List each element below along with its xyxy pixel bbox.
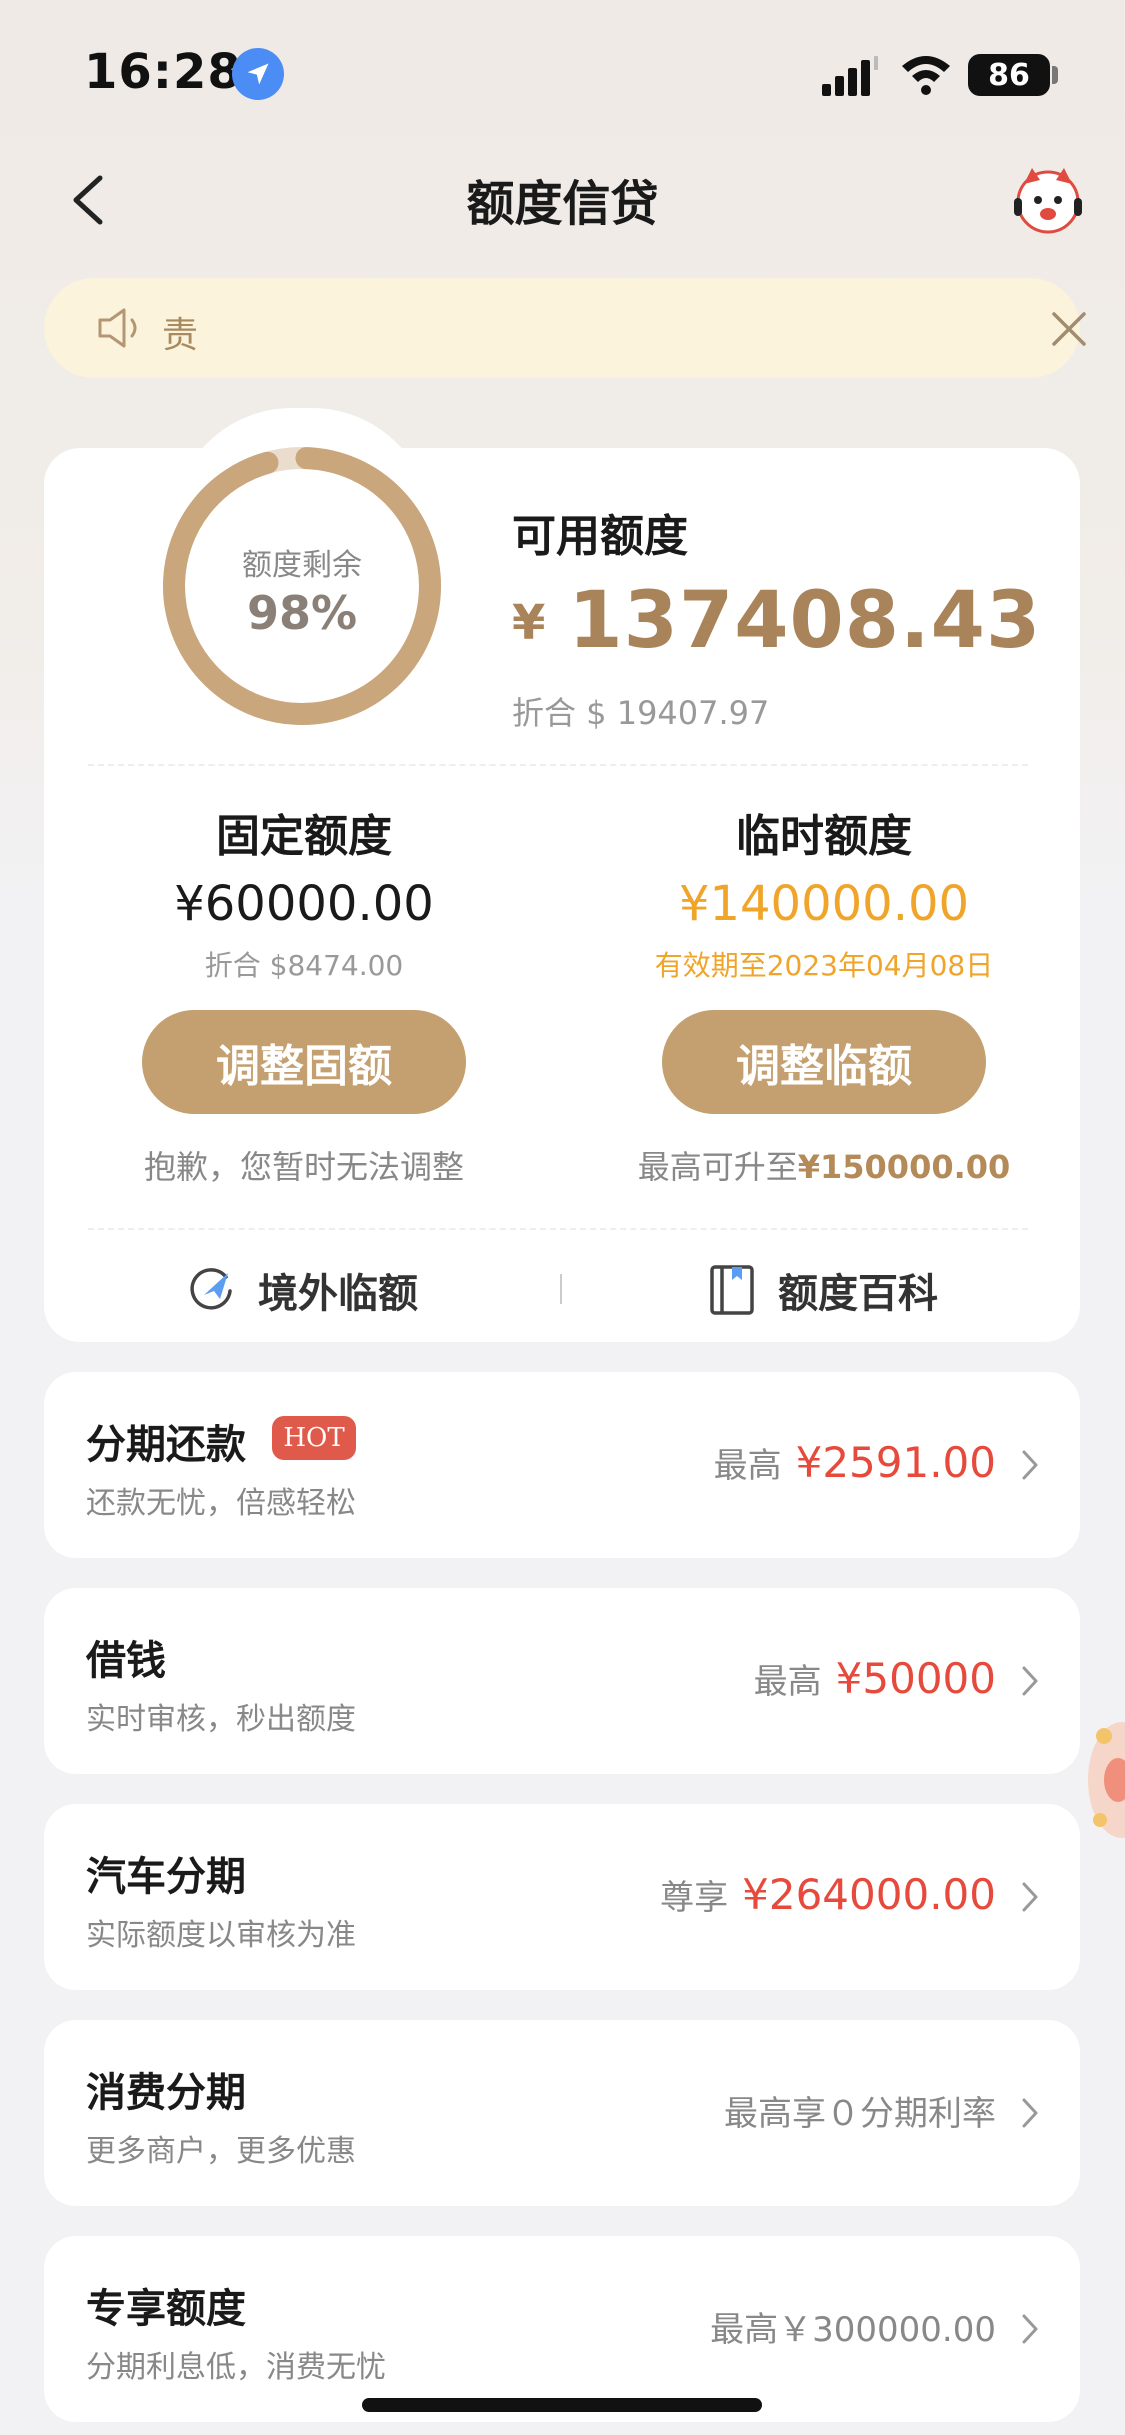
nav-bar: 额度信贷 — [0, 150, 1125, 250]
status-bar: 16:28 86 — [0, 0, 1125, 140]
service-row-installment-repay[interactable]: 分期还款 HOT 还款无忧，倍感轻松 最高 ¥2591.00 — [44, 1372, 1080, 1558]
service-subtitle: 实际额度以审核为准 — [86, 1918, 356, 1953]
chevron-right-icon — [1022, 1666, 1038, 1696]
temp-note-amount: ¥150000.00 — [797, 1148, 1011, 1186]
credit-wiki-link[interactable]: 额度百科 — [708, 1250, 938, 1330]
available-credit-usd: 折合 $ 19407.97 — [512, 694, 770, 732]
available-amount-value: 137408.43 — [568, 576, 1042, 666]
notice-text: 责 — [162, 315, 199, 356]
limit-label: 最高 — [713, 1446, 782, 1486]
temp-credit-amount: ¥140000.00 — [678, 876, 970, 932]
status-time: 16:28 — [84, 44, 242, 100]
credit-links-row: 境外临额 额度百科 — [44, 1250, 1080, 1330]
service-title: 消费分期 — [86, 2070, 246, 2116]
chevron-right-icon — [1022, 2314, 1038, 2344]
service-row-consumer-installment[interactable]: 消费分期 更多商户，更多优惠 最高享０分期利率 — [44, 2020, 1080, 2206]
limit-label: 最高 — [753, 1662, 822, 1702]
service-limit: 最高￥300000.00 — [710, 2302, 996, 2351]
overseas-plane-icon — [190, 1268, 232, 1310]
cellular-signal-icon — [822, 56, 878, 96]
battery-indicator: 86 — [968, 54, 1050, 96]
service-row-exclusive-credit[interactable]: 专享额度 分期利息低，消费无忧 最高￥300000.00 — [44, 2236, 1080, 2422]
chevron-right-icon — [1022, 2098, 1038, 2128]
mascot-service-icon[interactable] — [1010, 162, 1086, 238]
service-limit: 最高享０分期利率 — [724, 2086, 996, 2135]
fixed-credit-title: 固定额度 — [216, 811, 392, 862]
limit-value: ¥264000.00 — [742, 1870, 996, 1919]
service-subtitle: 分期利息低，消费无忧 — [86, 2350, 386, 2385]
temp-credit-section: 临时额度 ¥140000.00 有效期至2023年04月08日 调整临额 最高可… — [564, 800, 1084, 1188]
close-icon[interactable] — [1048, 308, 1090, 350]
speaker-icon — [98, 308, 137, 348]
service-subtitle: 还款无忧，倍感轻松 — [86, 1486, 356, 1521]
battery-cap — [1052, 66, 1058, 84]
chevron-right-icon — [1022, 1450, 1038, 1480]
limit-label: 尊享 — [660, 1878, 729, 1918]
notice-banner[interactable]: 责 — [44, 278, 1086, 378]
service-limit: 最高 ¥50000 — [754, 1654, 996, 1703]
chevron-right-icon — [1022, 1882, 1038, 1912]
limit-value: ¥2591.00 — [795, 1438, 996, 1487]
page-title: 额度信贷 — [466, 176, 659, 232]
overseas-link-label: 境外临额 — [258, 1271, 418, 1317]
available-credit-label: 可用额度 — [512, 511, 688, 562]
ring-percent: 98% — [246, 586, 358, 640]
fixed-credit-section: 固定额度 ¥60000.00 折合 $8474.00 调整固额 抱歉，您暂时无法… — [44, 800, 564, 1188]
temp-credit-title: 临时额度 — [736, 811, 912, 862]
overseas-temp-credit-link[interactable]: 境外临额 — [186, 1250, 418, 1330]
fixed-credit-note: 抱歉，您暂时无法调整 — [143, 1148, 464, 1186]
fixed-credit-amount: ¥60000.00 — [174, 876, 434, 932]
divider — [88, 1228, 1028, 1230]
service-title: 借钱 — [86, 1638, 166, 1684]
available-credit-amount: ¥137408.43 — [512, 576, 1041, 666]
currency-symbol: ¥ — [512, 595, 547, 651]
hot-badge: HOT — [272, 1416, 356, 1460]
service-limit: 尊享 ¥264000.00 — [660, 1870, 996, 1919]
floating-gift-icon[interactable] — [1082, 1700, 1125, 1860]
book-icon — [710, 1265, 754, 1315]
temp-credit-expiry: 有效期至2023年04月08日 — [654, 949, 994, 982]
service-subtitle: 实时审核，秒出额度 — [86, 1702, 356, 1737]
limit-value: ¥50000 — [835, 1654, 996, 1703]
temp-credit-note: 最高可升至¥150000.00 — [564, 1142, 1084, 1188]
wiki-link-label: 额度百科 — [778, 1271, 938, 1317]
temp-note-prefix: 最高可升至 — [637, 1148, 798, 1186]
adjust-fixed-button[interactable]: 调整固额 — [142, 1010, 466, 1114]
service-row-car-installment[interactable]: 汽车分期 实际额度以审核为准 尊享 ¥264000.00 — [44, 1804, 1080, 1990]
service-subtitle: 更多商户，更多优惠 — [86, 2134, 356, 2169]
wifi-icon — [902, 56, 950, 95]
service-title: 汽车分期 — [86, 1854, 246, 1900]
adjust-temp-button[interactable]: 调整临额 — [662, 1010, 986, 1114]
ring-label: 额度剩余 — [242, 548, 362, 583]
location-arrow-icon — [232, 48, 284, 100]
link-separator — [560, 1274, 562, 1304]
home-indicator — [362, 2398, 762, 2412]
limit-label: 最高享０分期利率 — [724, 2094, 996, 2134]
limit-label: 最高￥300000.00 — [710, 2310, 996, 2350]
fixed-credit-usd: 折合 $8474.00 — [204, 949, 404, 982]
service-title: 分期还款 — [86, 1422, 246, 1468]
service-row-borrow[interactable]: 借钱 实时审核，秒出额度 最高 ¥50000 — [44, 1588, 1080, 1774]
service-limit: 最高 ¥2591.00 — [714, 1438, 996, 1487]
divider — [88, 764, 1028, 766]
service-title: 专享额度 — [86, 2286, 246, 2332]
